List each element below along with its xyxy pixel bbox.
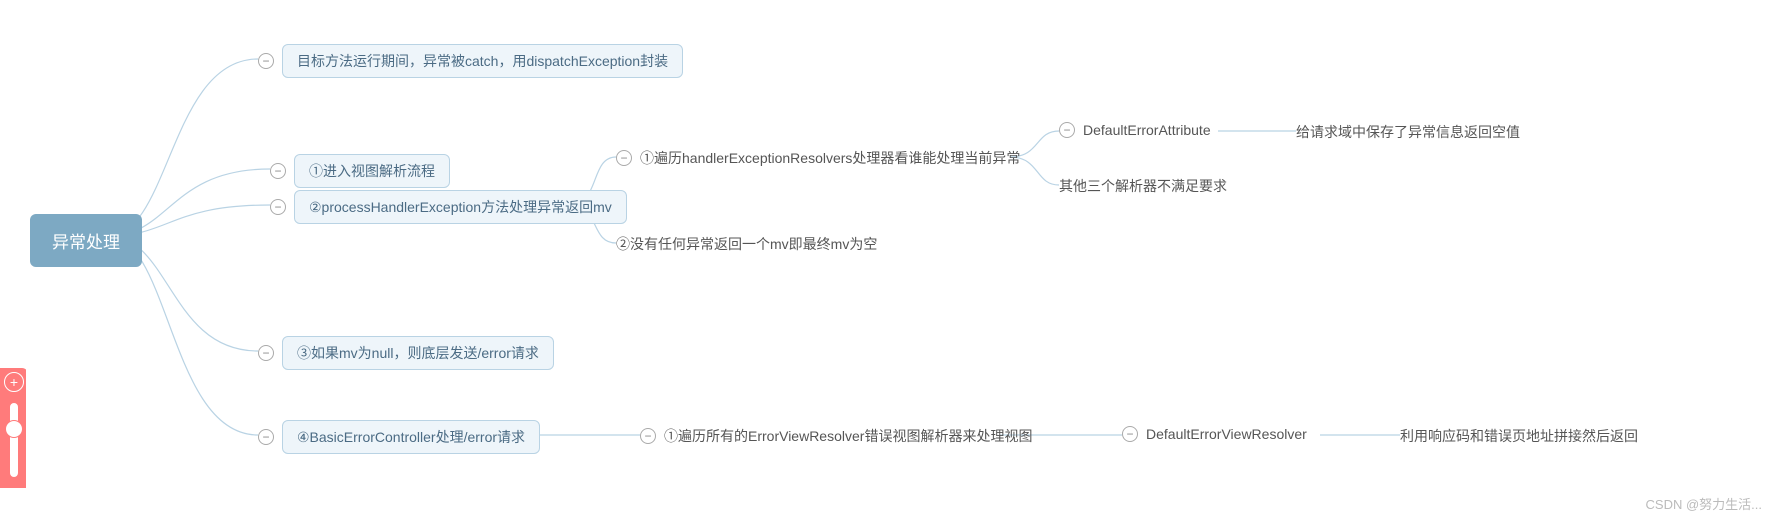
node-label: ④BasicErrorController处理/error请求 bbox=[282, 420, 540, 454]
node-label: DefaultErrorViewResolver bbox=[1146, 426, 1307, 442]
node-iterate-resolvers[interactable]: − ①遍历handlerExceptionResolvers处理器看谁能处理当前… bbox=[616, 148, 1020, 168]
zoom-knob[interactable] bbox=[5, 420, 23, 438]
node-label: ②没有任何异常返回一个mv即最终mv为空 bbox=[616, 234, 877, 254]
node-label: 给请求域中保存了异常信息返回空值 bbox=[1296, 122, 1520, 142]
collapse-icon[interactable]: − bbox=[640, 428, 656, 444]
collapse-icon[interactable]: − bbox=[270, 199, 286, 215]
node-default-error-view-resolver[interactable]: − DefaultErrorViewResolver bbox=[1122, 426, 1307, 442]
node-process-handler-exception[interactable]: − ②processHandlerException方法处理异常返回mv bbox=[270, 190, 627, 224]
zoom-control[interactable]: + bbox=[0, 368, 28, 488]
collapse-icon[interactable]: − bbox=[1059, 122, 1075, 138]
root-label: 异常处理 bbox=[30, 214, 142, 267]
collapse-icon[interactable]: − bbox=[258, 345, 274, 361]
node-dea-result[interactable]: 给请求域中保存了异常信息返回空值 bbox=[1296, 122, 1520, 142]
node-basic-error-controller[interactable]: − ④BasicErrorController处理/error请求 bbox=[258, 420, 540, 454]
collapse-icon[interactable]: − bbox=[258, 53, 274, 69]
node-label: ①进入视图解析流程 bbox=[294, 154, 450, 188]
node-label: 目标方法运行期间，异常被catch，用dispatchException封装 bbox=[282, 44, 683, 78]
node-iterate-error-view-resolvers[interactable]: − ①遍历所有的ErrorViewResolver错误视图解析器来处理视图 bbox=[640, 426, 1032, 446]
collapse-icon[interactable]: − bbox=[616, 150, 632, 166]
node-no-exception-mv[interactable]: ②没有任何异常返回一个mv即最终mv为空 bbox=[616, 234, 877, 254]
node-default-error-attribute[interactable]: − DefaultErrorAttribute bbox=[1059, 122, 1211, 138]
node-send-error[interactable]: − ③如果mv为null，则底层发送/error请求 bbox=[258, 336, 554, 370]
node-catch-dispatch[interactable]: − 目标方法运行期间，异常被catch，用dispatchException封装 bbox=[258, 44, 683, 78]
node-label: ①遍历handlerExceptionResolvers处理器看谁能处理当前异常 bbox=[640, 148, 1020, 168]
watermark: CSDN @努力生活... bbox=[1646, 494, 1762, 513]
zoom-in-icon[interactable]: + bbox=[4, 372, 24, 392]
collapse-icon[interactable]: − bbox=[270, 163, 286, 179]
node-label: 其他三个解析器不满足要求 bbox=[1059, 176, 1227, 196]
collapse-icon[interactable]: − bbox=[1122, 426, 1138, 442]
node-label: DefaultErrorAttribute bbox=[1083, 122, 1211, 138]
node-label: ①遍历所有的ErrorViewResolver错误视图解析器来处理视图 bbox=[664, 426, 1032, 446]
node-view-resolve[interactable]: − ①进入视图解析流程 bbox=[270, 154, 450, 188]
root-node[interactable]: 异常处理 bbox=[30, 214, 142, 267]
node-label: 利用响应码和错误页地址拼接然后返回 bbox=[1400, 426, 1638, 446]
zoom-rail[interactable] bbox=[9, 402, 19, 478]
node-other-resolvers[interactable]: 其他三个解析器不满足要求 bbox=[1059, 176, 1227, 196]
node-devr-result[interactable]: 利用响应码和错误页地址拼接然后返回 bbox=[1400, 426, 1638, 446]
collapse-icon[interactable]: − bbox=[258, 429, 274, 445]
node-label: ②processHandlerException方法处理异常返回mv bbox=[294, 190, 627, 224]
node-label: ③如果mv为null，则底层发送/error请求 bbox=[282, 336, 554, 370]
